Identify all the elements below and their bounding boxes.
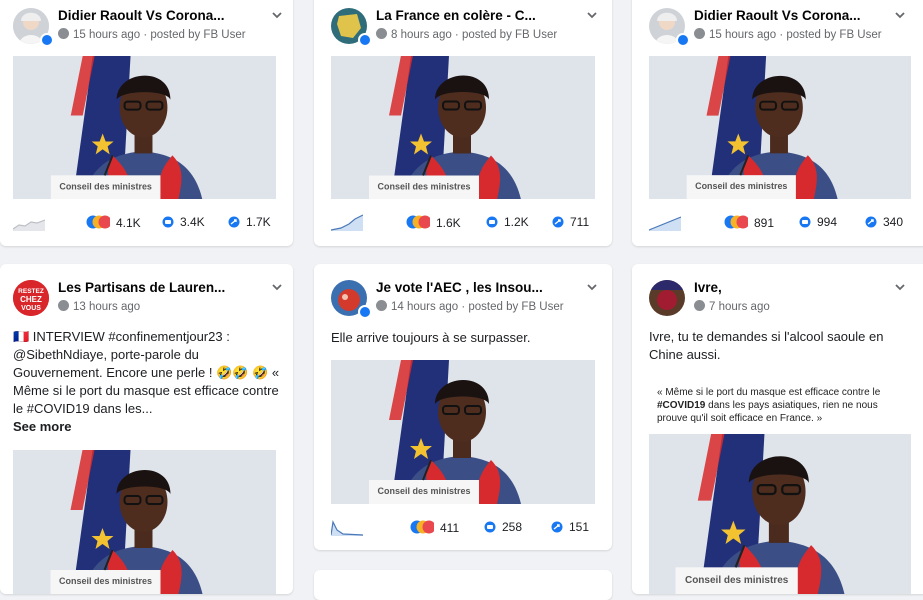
- share-icon: [865, 216, 877, 228]
- reactions-icon: [724, 215, 748, 229]
- post-stats: 411 258 151: [331, 518, 596, 538]
- comment-icon: [799, 216, 811, 228]
- post-card[interactable]: RESTEZ CHEZ VOUS Les Partisans de Lauren..…: [0, 264, 293, 594]
- reactions-count[interactable]: 4.1K: [86, 215, 141, 230]
- see-more-link[interactable]: See more: [13, 419, 72, 434]
- sparkline-chart: [331, 214, 363, 231]
- post-meta: 13 hours ago: [58, 300, 140, 313]
- page-title[interactable]: Didier Raoult Vs Corona...: [694, 8, 861, 23]
- facebook-icon: [694, 28, 705, 39]
- group-badge-icon: [358, 305, 372, 319]
- post-meta: 7 hours ago: [694, 300, 770, 313]
- comments-count[interactable]: 258: [484, 520, 522, 534]
- shares-count[interactable]: 711: [552, 215, 589, 229]
- post-image[interactable]: [649, 56, 911, 199]
- chevron-down-icon[interactable]: [272, 282, 282, 292]
- image-caption: « Même si le port du masque est efficace…: [657, 387, 881, 424]
- sparkline-chart: [331, 520, 363, 536]
- post-image[interactable]: [331, 56, 595, 199]
- page-title[interactable]: Ivre,: [694, 280, 722, 295]
- post-card[interactable]: [314, 570, 612, 600]
- svg-text:CHEZ: CHEZ: [20, 295, 42, 304]
- page-avatar[interactable]: [649, 280, 685, 316]
- page-title[interactable]: Didier Raoult Vs Corona...: [58, 8, 225, 23]
- post-meta: 8 hours ago · posted by FB User: [376, 28, 557, 41]
- post-stats: 891 994 340: [649, 213, 914, 233]
- post-text: 🇫🇷 INTERVIEW #confinementjour23 : @Sibet…: [13, 328, 281, 436]
- post-text: Elle arrive toujours à se surpasser.: [331, 330, 531, 345]
- comment-icon: [484, 521, 496, 533]
- post-meta: 15 hours ago · posted by FB User: [58, 28, 246, 41]
- comments-count[interactable]: 1.2K: [486, 215, 529, 229]
- share-icon: [551, 521, 563, 533]
- post-meta-text: 15 hours ago · posted by FB User: [709, 29, 882, 41]
- chevron-down-icon[interactable]: [272, 10, 282, 20]
- reactions-icon: [410, 520, 434, 534]
- svg-text:VOUS: VOUS: [21, 305, 41, 312]
- chevron-down-icon[interactable]: [587, 10, 597, 20]
- comment-icon: [486, 216, 498, 228]
- shares-count[interactable]: 151: [551, 520, 589, 534]
- group-badge-icon: [358, 33, 372, 47]
- post-meta: 14 hours ago · posted by FB User: [376, 300, 564, 313]
- post-image[interactable]: [13, 450, 276, 594]
- reactions-count[interactable]: 891: [724, 215, 774, 230]
- shares-count[interactable]: 1.7K: [228, 215, 271, 229]
- facebook-icon: [376, 28, 387, 39]
- post-meta-text: 13 hours ago: [73, 301, 141, 313]
- reactions-icon: [406, 215, 430, 229]
- group-badge-icon: [40, 33, 54, 47]
- page-title[interactable]: Les Partisans de Lauren...: [58, 280, 225, 295]
- group-badge-icon: [676, 33, 690, 47]
- post-stats: 4.1K 3.4K 1.7K: [13, 213, 278, 233]
- post-image[interactable]: « Même si le port du masque est efficace…: [649, 378, 911, 594]
- reactions-icon: [86, 215, 110, 229]
- avatar-logo-text: RESTEZ: [18, 288, 44, 295]
- post-stats: 1.6K 1.2K 711: [331, 213, 596, 233]
- reactions-count[interactable]: 1.6K: [406, 215, 461, 230]
- facebook-icon: [58, 300, 69, 311]
- post-card[interactable]: Didier Raoult Vs Corona... 15 hours ago …: [0, 0, 293, 246]
- share-icon: [228, 216, 240, 228]
- post-card[interactable]: Ivre, 7 hours ago Ivre, tu te demandes s…: [632, 264, 923, 594]
- post-meta-text: 15 hours ago · posted by FB User: [73, 29, 246, 41]
- post-text: Ivre, tu te demandes si l'alcool saoule …: [649, 329, 884, 362]
- comment-icon: [162, 216, 174, 228]
- comments-count[interactable]: 3.4K: [162, 215, 205, 229]
- post-text-content: 🇫🇷 INTERVIEW #confinementjour23 : @Sibet…: [13, 329, 280, 416]
- page-avatar[interactable]: RESTEZ CHEZ VOUS: [13, 280, 49, 316]
- comments-count[interactable]: 994: [799, 215, 837, 229]
- facebook-icon: [58, 28, 69, 39]
- post-image[interactable]: [13, 56, 276, 199]
- chevron-down-icon[interactable]: [895, 282, 905, 292]
- page-title[interactable]: Je vote l'AEC , les Insou...: [376, 280, 543, 295]
- post-card[interactable]: Didier Raoult Vs Corona... 15 hours ago …: [632, 0, 923, 246]
- post-meta: 15 hours ago · posted by FB User: [694, 28, 882, 41]
- chevron-down-icon[interactable]: [587, 282, 597, 292]
- page-title[interactable]: La France en colère - C...: [376, 8, 536, 23]
- sparkline-chart: [649, 216, 681, 231]
- shares-count[interactable]: 340: [865, 215, 903, 229]
- post-meta-text: 8 hours ago · posted by FB User: [391, 29, 558, 41]
- facebook-icon: [694, 300, 705, 311]
- post-card[interactable]: La France en colère - C... 8 hours ago ·…: [314, 0, 612, 246]
- post-image[interactable]: [331, 360, 595, 504]
- chevron-down-icon[interactable]: [895, 10, 905, 20]
- reactions-count[interactable]: 411: [410, 520, 459, 535]
- post-meta-text: 14 hours ago · posted by FB User: [391, 301, 564, 313]
- share-icon: [552, 216, 564, 228]
- post-meta-text: 7 hours ago: [709, 301, 770, 313]
- facebook-icon: [376, 300, 387, 311]
- sparkline-chart: [13, 219, 45, 231]
- post-card[interactable]: Je vote l'AEC , les Insou... 14 hours ag…: [314, 264, 612, 550]
